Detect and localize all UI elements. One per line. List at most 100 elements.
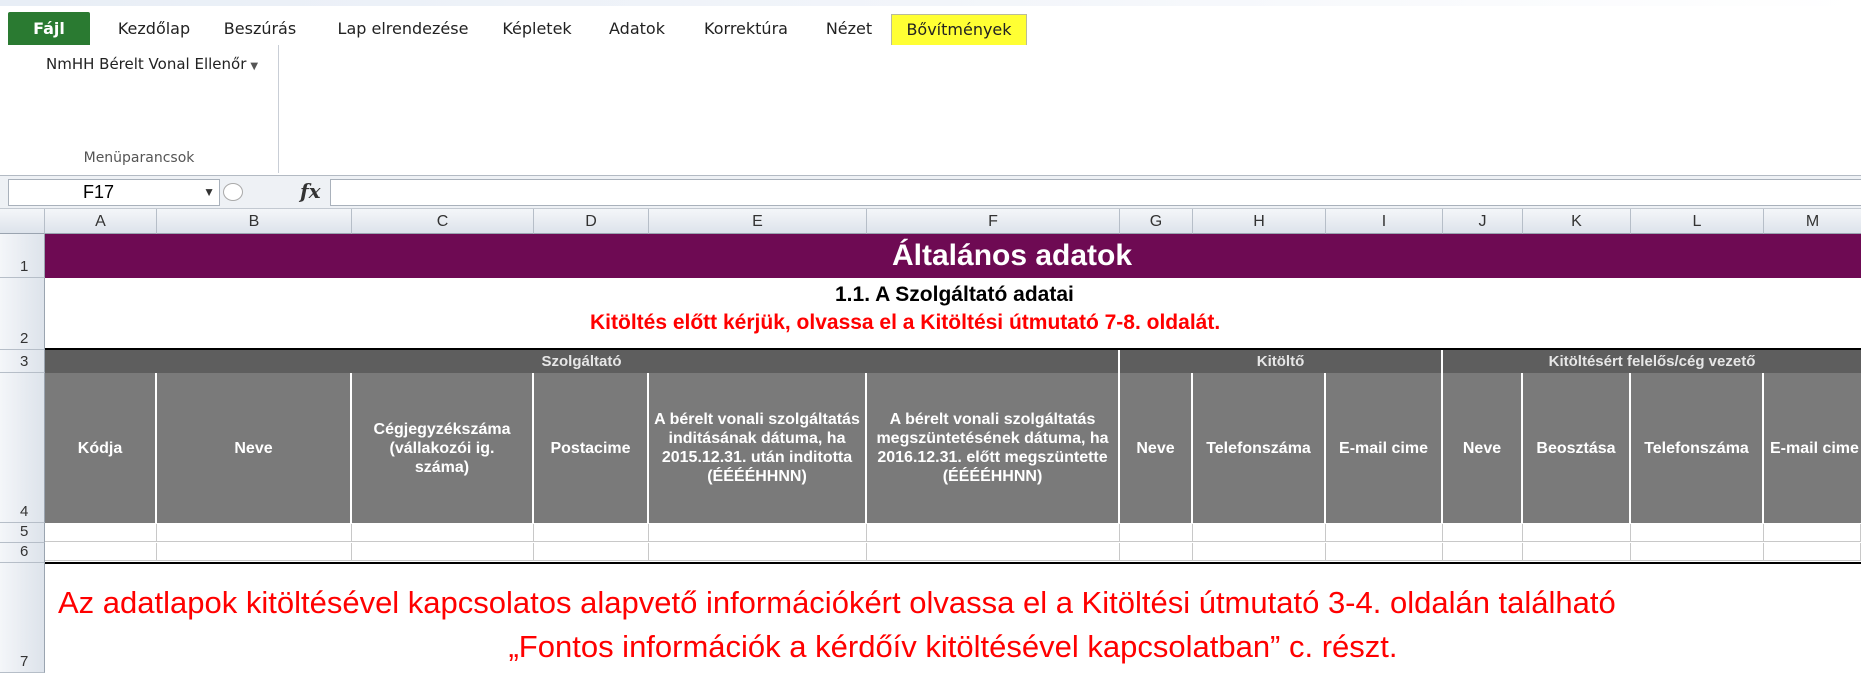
header-cell[interactable]: Neve xyxy=(1443,373,1523,523)
info-text-line-2: „Fontos információk a kérdőív kitöltésév… xyxy=(508,629,1398,664)
ribbon-group-menu-commands: NmHH Bérelt Vonal Ellenőr ▼ Menüparancsok xyxy=(0,45,279,173)
tab-home[interactable]: Kezdőlap xyxy=(106,16,202,42)
group-header-provider[interactable]: Szolgáltató xyxy=(45,350,1120,373)
header-cell[interactable]: E-mail cime xyxy=(1326,373,1443,523)
grid-cell[interactable] xyxy=(1631,524,1764,542)
row-header-1[interactable]: 1 xyxy=(0,234,45,278)
header-cell[interactable]: Telefonszáma xyxy=(1631,373,1764,523)
header-cell[interactable]: Neve xyxy=(1120,373,1193,523)
grid-cell[interactable] xyxy=(352,524,534,542)
grid-cell[interactable] xyxy=(867,543,1120,561)
grid-cell[interactable] xyxy=(1523,524,1631,542)
row-number: 1 xyxy=(20,258,29,275)
row-header-6[interactable]: 6 xyxy=(0,543,45,563)
column-header-c[interactable]: C xyxy=(352,209,534,234)
grid-cell[interactable] xyxy=(1120,543,1193,561)
row-header-5[interactable]: 5 xyxy=(0,523,45,543)
grid-cell[interactable] xyxy=(649,524,867,542)
grid-cell[interactable] xyxy=(1326,524,1443,542)
tab-insert[interactable]: Beszúrás xyxy=(212,16,308,42)
grid-cell[interactable] xyxy=(1443,543,1523,561)
name-box[interactable]: F17 ▼ xyxy=(8,179,220,206)
chevron-down-icon[interactable]: ▼ xyxy=(203,180,215,205)
tab-file[interactable]: Fájl xyxy=(8,12,90,45)
fx-label: fx xyxy=(300,179,321,203)
row-number: 2 xyxy=(20,330,29,347)
grid-cell[interactable] xyxy=(157,524,352,542)
grid-cell[interactable] xyxy=(45,543,157,561)
column-header-l[interactable]: L xyxy=(1631,209,1764,234)
menu-command-label: NmHH Bérelt Vonal Ellenőr xyxy=(46,55,247,73)
tab-page-layout[interactable]: Lap elrendezése xyxy=(328,16,478,42)
column-header-b[interactable]: B xyxy=(157,209,352,234)
formula-bar-resize-icon[interactable] xyxy=(223,183,243,201)
header-cell[interactable]: E-mail cime xyxy=(1764,373,1861,523)
sheet-title: Általános adatok xyxy=(892,239,1133,272)
ribbon-panel: NmHH Bérelt Vonal Ellenőr ▼ Menüparancsok xyxy=(0,45,1861,176)
header-cell[interactable]: A bérelt vonali szolgáltatás megszünteté… xyxy=(867,373,1120,523)
formula-input[interactable] xyxy=(330,179,1861,206)
grid-cell[interactable] xyxy=(45,524,157,542)
grid-cell[interactable] xyxy=(352,543,534,561)
section-subtitle: 1.1. A Szolgáltató adatai xyxy=(835,283,1074,306)
grid-cell[interactable] xyxy=(1631,543,1764,561)
grid-cell[interactable] xyxy=(534,543,649,561)
column-header-f[interactable]: F xyxy=(867,209,1120,234)
group-header-responsible[interactable]: Kitöltésért felelős/cég vezető xyxy=(1443,350,1861,373)
column-header-d[interactable]: D xyxy=(534,209,649,234)
grid-cell[interactable] xyxy=(1120,524,1193,542)
row-number: 5 xyxy=(20,523,29,540)
row-header-4[interactable]: 4 xyxy=(0,373,45,523)
column-header-j[interactable]: J xyxy=(1443,209,1523,234)
ribbon-group-label: Menüparancsok xyxy=(83,150,195,166)
chevron-down-icon: ▼ xyxy=(250,61,259,72)
info-text-line-1: Az adatlapok kitöltésével kapcsolatos al… xyxy=(58,585,1616,620)
grid-cell[interactable] xyxy=(1523,543,1631,561)
column-header-i[interactable]: I xyxy=(1326,209,1443,234)
column-header-m[interactable]: M xyxy=(1764,209,1861,234)
column-header-a[interactable]: A xyxy=(45,209,157,234)
tab-add-ins[interactable]: Bővítmények xyxy=(891,14,1027,46)
row-header-3[interactable]: 3 xyxy=(0,350,45,373)
header-cell[interactable]: Beosztása xyxy=(1523,373,1631,523)
select-all-corner[interactable] xyxy=(0,209,45,234)
warning-text: Kitöltés előtt kérjük, olvassa el a Kitö… xyxy=(590,311,1221,334)
header-cell[interactable]: Telefonszáma xyxy=(1193,373,1326,523)
grid-cell[interactable] xyxy=(157,543,352,561)
grid-cell[interactable] xyxy=(1764,543,1861,561)
group-header-filler[interactable]: Kitöltő xyxy=(1120,350,1443,373)
row-number: 3 xyxy=(20,353,29,370)
formula-bar: F17 ▼ fx xyxy=(0,176,1861,209)
column-header-e[interactable]: E xyxy=(649,209,867,234)
grid-cell[interactable] xyxy=(1193,524,1326,542)
grid-cell[interactable] xyxy=(534,524,649,542)
tab-formulas[interactable]: Képletek xyxy=(490,16,584,42)
row-header-2[interactable]: 2 xyxy=(0,278,45,350)
grid-cell[interactable] xyxy=(649,543,867,561)
name-box-value: F17 xyxy=(83,182,115,202)
tab-review[interactable]: Korrektúra xyxy=(694,16,798,42)
row-divider xyxy=(45,562,1861,564)
grid-cell[interactable] xyxy=(1193,543,1326,561)
column-header-k[interactable]: K xyxy=(1523,209,1631,234)
row-number: 4 xyxy=(20,503,29,520)
insert-function-icon[interactable]: fx xyxy=(300,179,321,203)
grid-cell[interactable] xyxy=(1764,524,1861,542)
column-header-g[interactable]: G xyxy=(1120,209,1193,234)
ribbon-tab-bar: Fájl Kezdőlap Beszúrás Lap elrendezése K… xyxy=(0,6,1861,46)
tab-data[interactable]: Adatok xyxy=(598,16,676,42)
grid-cell[interactable] xyxy=(867,524,1120,542)
header-cell[interactable]: A bérelt vonali szolgáltatás inditásának… xyxy=(649,373,867,523)
header-cell[interactable]: Postacime xyxy=(534,373,649,523)
menu-command-button[interactable]: NmHH Bérelt Vonal Ellenőr ▼ xyxy=(46,55,258,73)
header-cell[interactable]: Neve xyxy=(157,373,352,523)
row-number: 7 xyxy=(20,653,29,670)
column-header-h[interactable]: H xyxy=(1193,209,1326,234)
tab-view[interactable]: Nézet xyxy=(814,16,884,42)
row-header-7[interactable]: 7 xyxy=(0,563,45,673)
sheet-title-band[interactable]: Általános adatok xyxy=(45,234,1861,278)
grid-cell[interactable] xyxy=(1326,543,1443,561)
header-cell[interactable]: Cégjegyzékszáma (vállakozói ig. száma) xyxy=(352,373,534,523)
grid-cell[interactable] xyxy=(1443,524,1523,542)
header-cell[interactable]: Kódja xyxy=(45,373,157,523)
